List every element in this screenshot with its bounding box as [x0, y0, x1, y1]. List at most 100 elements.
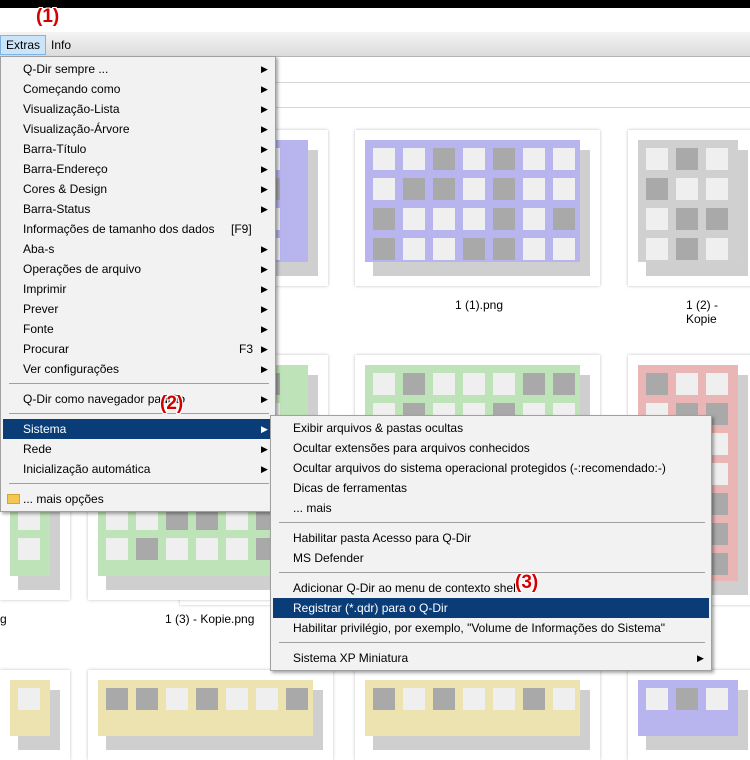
submenu-arrow-icon: ▶ — [261, 424, 268, 434]
menu-item-label: Barra-Endereço — [23, 162, 108, 176]
thumbnail-cell — [256, 688, 278, 710]
menu-item-mais-opcoes[interactable]: ... mais opções — [3, 489, 273, 509]
callout-3: (3) — [515, 572, 539, 593]
submenu-arrow-icon: ▶ — [261, 264, 268, 274]
menu-item-procurar[interactable]: Procurar F3 ▶ — [3, 339, 273, 359]
thumbnail-cell — [18, 538, 40, 560]
file-caption[interactable]: g — [0, 612, 7, 626]
menu-item-informacoes-de-tamanho-dos-dados[interactable]: Informações de tamanho dos dados [F9] — [3, 219, 273, 239]
top-border — [0, 0, 750, 8]
address-bar[interactable] — [274, 82, 750, 108]
menu-item-label: Procurar — [23, 342, 70, 356]
menu-item-operacoes-de-arquivo[interactable]: Operações de arquivo ▶ — [3, 259, 273, 279]
menu-item-exibir-arquivos-pastas-ocultas[interactable]: Exibir arquivos & pastas ocultas — [273, 418, 709, 438]
thumbnail-cell — [463, 238, 485, 260]
menu-item-aba-s[interactable]: Aba-s ▶ — [3, 239, 273, 259]
thumbnail-cell — [646, 373, 668, 395]
menu-item-label: Ocultar extensões para arquivos conhecid… — [293, 441, 530, 455]
menu-item-q-dir-como-navegador-padrao[interactable]: Q-Dir como navegador padrão ▶ — [3, 389, 273, 409]
shortcut-label: F3 — [239, 342, 254, 356]
menu-item-fonte[interactable]: Fonte ▶ — [3, 319, 273, 339]
thumbnail-cell — [403, 148, 425, 170]
thumbnail-cell — [166, 688, 188, 710]
menu-item-inicializacao-automatica[interactable]: Inicialização automática ▶ — [3, 459, 273, 479]
menu-extras[interactable]: Extras — [0, 35, 47, 55]
submenu-arrow-icon: ▶ — [261, 104, 268, 114]
menu-item-label: Informações de tamanho dos dados — [23, 222, 215, 236]
menu-item-habilitar-privilegio-por-exemplo-volume-de-informacoes-do-sistema[interactable]: Habilitar privilégio, por exemplo, "Volu… — [273, 618, 709, 638]
menu-separator — [279, 572, 705, 573]
menu-item-ocultar-extensoes-para-arquivos-conhecidos[interactable]: Ocultar extensões para arquivos conhecid… — [273, 438, 709, 458]
thumbnail-grid — [365, 140, 580, 262]
menu-separator — [9, 483, 269, 484]
thumbnail-cell — [706, 238, 728, 260]
menu-item-q-dir-sempre[interactable]: Q-Dir sempre ... ▶ — [3, 59, 273, 79]
image-thumbnail[interactable] — [355, 670, 600, 760]
menu-item-label: Ver configurações — [23, 362, 120, 376]
menu-item-label: Aba-s — [23, 242, 55, 256]
shortcut-label: [F9] — [231, 222, 252, 236]
thumbnail-cell — [403, 688, 425, 710]
menu-item-visualizacao-lista[interactable]: Visualização-Lista ▶ — [3, 99, 273, 119]
image-thumbnail[interactable] — [628, 670, 750, 760]
menu-item-barra-titulo[interactable]: Barra-Título ▶ — [3, 139, 273, 159]
image-thumbnail[interactable] — [355, 130, 600, 286]
thumbnail-grid — [10, 680, 50, 736]
menu-item-registrar-qdr-para-o-q-dir[interactable]: Registrar (*.qdr) para o Q-Dir — [273, 598, 709, 618]
menu-item-ms-defender[interactable]: MS Defender — [273, 548, 709, 568]
menu-item-rede[interactable]: Rede ▶ — [3, 439, 273, 459]
thumbnail-cell — [403, 178, 425, 200]
thumbnail-cell — [493, 178, 515, 200]
thumbnail-cell — [403, 208, 425, 230]
menu-item-imprimir[interactable]: Imprimir ▶ — [3, 279, 273, 299]
submenu-arrow-icon: ▶ — [261, 164, 268, 174]
menu-item-barra-status[interactable]: Barra-Status ▶ — [3, 199, 273, 219]
menu-item-visualizacao-arvore[interactable]: Visualização-Árvore ▶ — [3, 119, 273, 139]
file-caption[interactable]: 1 (2) - Kopie — [686, 298, 750, 326]
menu-separator — [279, 522, 705, 523]
image-thumbnail[interactable] — [628, 130, 750, 286]
menu-item-label: Visualização-Árvore — [23, 122, 130, 136]
callout-1: (1) — [36, 6, 60, 27]
thumbnail-cell — [706, 178, 728, 200]
menu-item-comecando-como[interactable]: Começando como ▶ — [3, 79, 273, 99]
thumbnail-cell — [523, 208, 545, 230]
image-thumbnail[interactable] — [0, 670, 70, 760]
menu-item-label: ... mais — [293, 501, 332, 515]
thumbnail-cell — [403, 238, 425, 260]
thumbnail-cell — [433, 238, 455, 260]
thumbnail-cell — [523, 238, 545, 260]
menu-item-ocultar-arquivos-do-sistema-operacional-protegidos-recomendado[interactable]: Ocultar arquivos do sistema operacional … — [273, 458, 709, 478]
thumbnail-cell — [286, 688, 308, 710]
thumbnail-cell — [553, 178, 575, 200]
menu-info[interactable]: Info — [46, 36, 76, 54]
thumbnail-cell — [433, 688, 455, 710]
submenu-arrow-icon: ▶ — [261, 464, 268, 474]
menu-item-sistema[interactable]: Sistema ▶ — [3, 419, 273, 439]
thumbnail-cell — [553, 208, 575, 230]
menu-item-mais[interactable]: ... mais — [273, 498, 709, 518]
menu-item-habilitar-pasta-acesso-para-q-dir[interactable]: Habilitar pasta Acesso para Q-Dir — [273, 528, 709, 548]
thumbnail-cell — [706, 208, 728, 230]
menu-item-barra-endereco[interactable]: Barra-Endereço ▶ — [3, 159, 273, 179]
thumbnail-cell — [646, 208, 668, 230]
thumbnail-cell — [463, 688, 485, 710]
thumbnail-cell — [106, 538, 128, 560]
thumbnail-cell — [403, 373, 425, 395]
thumbnail-cell — [646, 148, 668, 170]
menu-item-adicionar-q-dir-ao-menu-de-contexto-shell[interactable]: Adicionar Q-Dir ao menu de contexto shel… — [273, 578, 709, 598]
thumbnail-cell — [646, 238, 668, 260]
menu-item-cores-design[interactable]: Cores & Design ▶ — [3, 179, 273, 199]
image-thumbnail[interactable] — [88, 670, 333, 760]
menu-item-ver-configuracoes[interactable]: Ver configurações ▶ — [3, 359, 273, 379]
menu-item-sistema-xp-miniatura[interactable]: Sistema XP Miniatura ▶ — [273, 648, 709, 668]
thumbnail-cell — [373, 208, 395, 230]
menu-item-dicas-de-ferramentas[interactable]: Dicas de ferramentas — [273, 478, 709, 498]
file-caption[interactable]: 1 (3) - Kopie.png — [165, 612, 254, 626]
file-caption[interactable]: 1 (1).png — [455, 298, 503, 312]
menu-item-label: Cores & Design — [23, 182, 108, 196]
folder-icon — [7, 494, 20, 504]
menu-item-prever[interactable]: Prever ▶ — [3, 299, 273, 319]
extras-dropdown-menu: Q-Dir sempre ... ▶ Começando como ▶ Visualiz… — [0, 56, 276, 512]
thumbnail-cell — [373, 688, 395, 710]
